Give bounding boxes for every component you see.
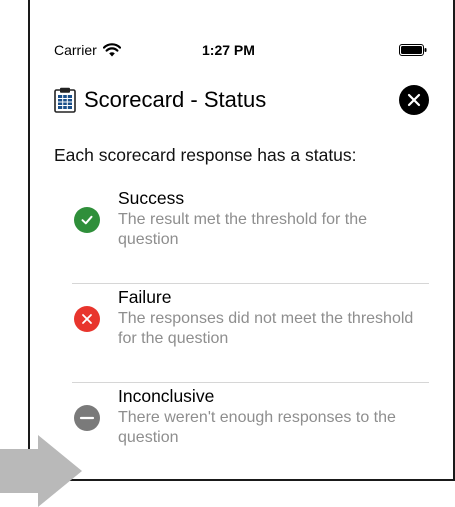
status-description: The responses did not meet the threshold… [118, 310, 414, 347]
status-item-inconclusive: Inconclusive There weren't enough respon… [72, 383, 429, 479]
status-title: Failure [118, 287, 172, 307]
close-button[interactable] [399, 85, 429, 115]
minus-icon [79, 416, 95, 420]
inconclusive-status-icon [74, 405, 100, 431]
x-icon [82, 314, 92, 324]
page-title: Scorecard - Status [84, 87, 267, 112]
screen-header: Scorecard - Status [54, 84, 266, 116]
carrier-label: Carrier [54, 42, 97, 58]
status-description: The result met the threshold for the que… [118, 211, 368, 248]
status-item-success: Success The result met the threshold for… [72, 185, 429, 284]
status-item-failure: Failure The responses did not meet the t… [72, 284, 429, 383]
failure-status-icon [74, 306, 100, 332]
status-title: Inconclusive [118, 386, 215, 406]
status-description: There weren't enough responses to the qu… [118, 409, 396, 446]
checkmark-icon [81, 215, 93, 225]
close-icon [407, 93, 421, 107]
status-title: Success [118, 188, 185, 208]
success-status-icon [74, 207, 100, 233]
battery-icon [399, 44, 427, 56]
device-screen: Carrier 1:27 PM Scorecard - Status Each … [28, 0, 455, 481]
wifi-icon [102, 43, 121, 57]
pointer-arrow-icon [0, 435, 82, 507]
page: Carrier 1:27 PM Scorecard - Status Each … [0, 0, 455, 507]
clipboard-icon [54, 87, 76, 113]
intro-text: Each scorecard response has a status: [54, 145, 357, 165]
status-list: Success The result met the threshold for… [72, 185, 429, 479]
status-bar-carrier: Carrier [54, 40, 121, 60]
status-bar-time: 1:27 PM [202, 42, 255, 58]
